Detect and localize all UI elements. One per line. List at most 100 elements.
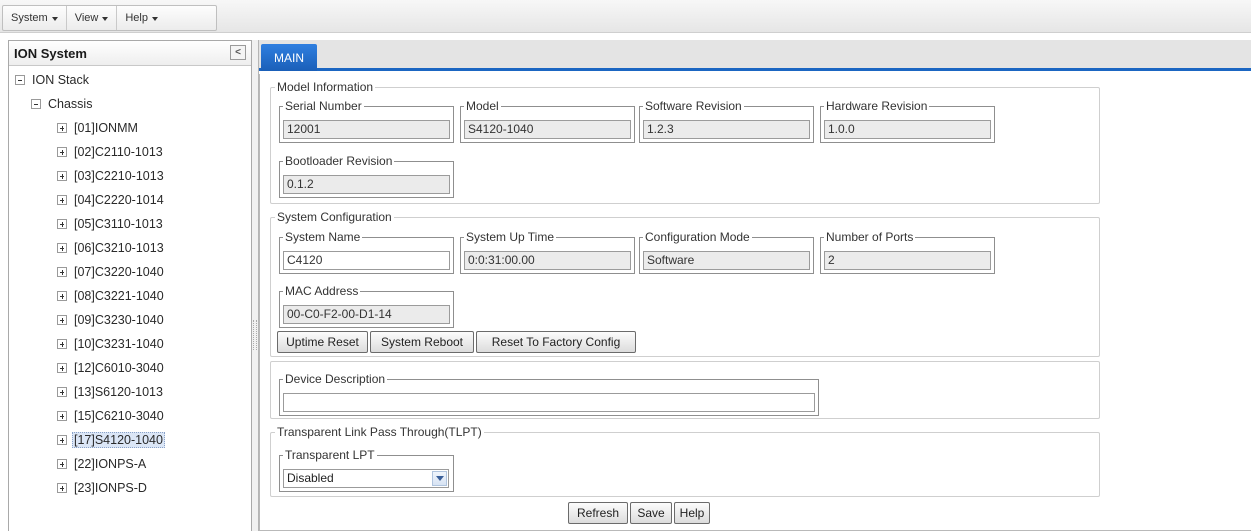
expand-toggle-icon[interactable] xyxy=(57,171,67,181)
tree-item-label: [02]C2110-1013 xyxy=(74,145,163,159)
help-button[interactable]: Help xyxy=(674,502,710,524)
tree-item[interactable]: [05]C3110-1013 xyxy=(57,214,165,234)
tree-item[interactable]: [06]C3210-1013 xyxy=(57,238,166,258)
tree-item[interactable]: [12]C6010-3040 xyxy=(57,358,166,378)
expand-toggle-icon[interactable] xyxy=(57,195,67,205)
expand-toggle-icon[interactable] xyxy=(57,483,67,493)
chevron-down-icon xyxy=(151,16,158,21)
expand-toggle-icon[interactable] xyxy=(57,363,67,373)
model-information-title: Model Information xyxy=(275,80,376,94)
tree-item[interactable]: [22]IONPS-A xyxy=(57,454,148,474)
expand-toggle-icon[interactable] xyxy=(57,123,67,133)
number-of-ports-field: Number of Ports 2 xyxy=(820,230,995,274)
tree-item-label: [07]C3220-1040 xyxy=(74,265,164,279)
collapse-panel-button[interactable]: < xyxy=(230,45,246,60)
device-description-input[interactable] xyxy=(283,393,815,412)
expand-toggle-icon[interactable] xyxy=(57,243,67,253)
hardware-revision-value: 1.0.0 xyxy=(824,120,991,139)
device-description-field: Device Description xyxy=(279,372,819,416)
tree-item-label: [09]C3230-1040 xyxy=(74,313,164,327)
chevron-down-icon xyxy=(51,16,58,21)
tree-item-selected[interactable]: [17]S4120-1040 xyxy=(57,430,165,450)
number-of-ports-label: Number of Ports xyxy=(824,230,916,244)
expand-toggle-icon[interactable] xyxy=(57,267,67,277)
software-revision-field: Software Revision 1.2.3 xyxy=(639,99,814,143)
tree-item[interactable]: [10]C3231-1040 xyxy=(57,334,166,354)
number-of-ports-value: 2 xyxy=(824,251,991,270)
collapse-toggle-icon[interactable] xyxy=(15,75,25,85)
tree-item-label: [22]IONPS-A xyxy=(74,457,147,471)
transparent-lpt-select[interactable]: Disabled xyxy=(283,469,449,488)
menu-view[interactable]: View xyxy=(67,6,118,30)
chevron-down-icon xyxy=(102,16,109,21)
expand-toggle-icon[interactable] xyxy=(57,459,67,469)
serial-number-field: Serial Number 12001 xyxy=(279,99,454,143)
refresh-button[interactable]: Refresh xyxy=(568,502,628,524)
menu-group: System View Help xyxy=(2,5,217,31)
tree-item[interactable]: [01]IONMM xyxy=(57,118,140,138)
tree-panel: ION System < ION Stack Chassis [01]IONMM… xyxy=(8,40,252,531)
uptime-reset-button[interactable]: Uptime Reset xyxy=(277,331,368,353)
reset-factory-config-button[interactable]: Reset To Factory Config xyxy=(476,331,636,353)
expand-toggle-icon[interactable] xyxy=(57,435,67,445)
tree-item[interactable]: [15]C6210-3040 xyxy=(57,406,166,426)
chevron-left-icon: < xyxy=(235,46,241,58)
tree-header: ION System < xyxy=(9,41,251,66)
expand-toggle-icon[interactable] xyxy=(57,411,67,421)
tree-item-label: [23]IONPS-D xyxy=(74,481,147,495)
device-description-label: Device Description xyxy=(283,372,388,386)
tlpt-title: Transparent Link Pass Through(TLPT) xyxy=(275,425,484,439)
main-content: Model Information Serial Number 12001 Mo… xyxy=(259,74,1251,531)
system-reboot-button[interactable]: System Reboot xyxy=(370,331,474,353)
model-field: Model S4120-1040 xyxy=(460,99,635,143)
serial-number-value: 12001 xyxy=(283,120,450,139)
tree-item-label: [10]C3231-1040 xyxy=(74,337,164,351)
chevron-down-icon[interactable] xyxy=(432,471,447,486)
tree-item[interactable]: [07]C3220-1040 xyxy=(57,262,166,282)
transparent-lpt-label: Transparent LPT xyxy=(283,448,377,462)
system-name-field: System Name C4120 xyxy=(279,230,454,274)
tree-item-label: [03]C2210-1013 xyxy=(74,169,164,183)
tree-title: ION System xyxy=(14,45,87,61)
expand-toggle-icon[interactable] xyxy=(57,315,67,325)
splitter-grip-icon[interactable] xyxy=(253,320,257,350)
expand-toggle-icon[interactable] xyxy=(57,219,67,229)
system-name-label: System Name xyxy=(283,230,363,244)
hardware-revision-field: Hardware Revision 1.0.0 xyxy=(820,99,995,143)
tree-item[interactable]: [08]C3221-1040 xyxy=(57,286,166,306)
menu-help[interactable]: Help xyxy=(117,6,166,30)
expand-toggle-icon[interactable] xyxy=(57,339,67,349)
tree-item[interactable]: [02]C2110-1013 xyxy=(57,142,165,162)
tree-node-label: Chassis xyxy=(48,97,93,111)
main-panel: MAIN Model Information Serial Number 120… xyxy=(258,40,1251,531)
tree-item-label: [15]C6210-3040 xyxy=(74,409,164,423)
tlpt-group: Transparent Link Pass Through(TLPT) Tran… xyxy=(270,425,1100,497)
tree-item-label: [04]C2220-1014 xyxy=(74,193,164,207)
mac-address-field: MAC Address 00-C0-F2-00-D1-14 xyxy=(279,284,454,328)
transparent-lpt-field: Transparent LPT Disabled xyxy=(279,448,454,492)
device-description-group: Device Description xyxy=(270,361,1100,419)
tree-item[interactable]: [04]C2220-1014 xyxy=(57,190,166,210)
tree-item[interactable]: [09]C3230-1040 xyxy=(57,310,166,330)
system-name-input[interactable]: C4120 xyxy=(283,251,450,270)
menu-system-label: System xyxy=(11,12,48,24)
tree-node-ion-stack[interactable]: ION Stack xyxy=(15,70,91,90)
expand-toggle-icon[interactable] xyxy=(57,147,67,157)
system-configuration-title: System Configuration xyxy=(275,210,394,224)
tree-item[interactable]: [03]C2210-1013 xyxy=(57,166,166,186)
expand-toggle-icon[interactable] xyxy=(57,291,67,301)
collapse-toggle-icon[interactable] xyxy=(31,99,41,109)
tree-node-label: ION Stack xyxy=(32,73,89,87)
tree-item[interactable]: [13]S6120-1013 xyxy=(57,382,165,402)
serial-number-label: Serial Number xyxy=(283,99,364,113)
menu-system[interactable]: System xyxy=(3,6,67,30)
configuration-mode-field: Configuration Mode Software xyxy=(639,230,814,274)
save-button[interactable]: Save xyxy=(630,502,672,524)
expand-toggle-icon[interactable] xyxy=(57,387,67,397)
tree-node-chassis[interactable]: Chassis xyxy=(31,94,94,114)
configuration-mode-value: Software xyxy=(643,251,810,270)
tree-item-label: [12]C6010-3040 xyxy=(74,361,164,375)
tree-item[interactable]: [23]IONPS-D xyxy=(57,478,149,498)
bootloader-revision-field: Bootloader Revision 0.1.2 xyxy=(279,154,454,198)
tab-main[interactable]: MAIN xyxy=(261,44,317,71)
